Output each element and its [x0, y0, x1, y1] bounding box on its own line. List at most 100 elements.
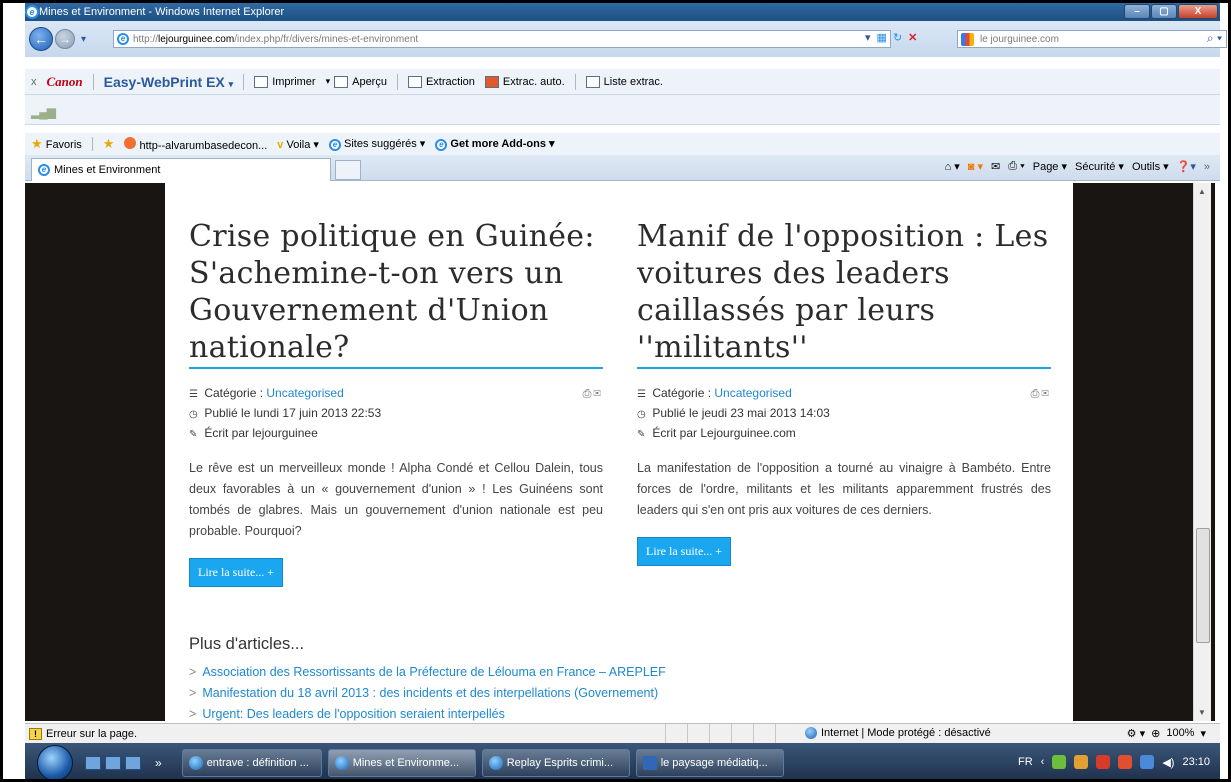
volume-icon[interactable]: ◀)	[1162, 756, 1174, 769]
extraction-button[interactable]: Extraction	[407, 75, 475, 88]
pencil-icon: ✎	[189, 429, 198, 440]
quicklaunch-overflow-icon[interactable]: »	[155, 756, 162, 770]
auto-extraction-label: Extrac. auto.	[502, 75, 565, 88]
address-dropdown-icon[interactable]: ▾	[865, 31, 871, 44]
article-card: Manif de l'opposition : Les voitures des…	[637, 218, 1051, 566]
favorite-link[interactable]: http--alvarumbasedecon...	[124, 136, 268, 152]
network-icon[interactable]	[1140, 755, 1155, 769]
error-indicator[interactable]: ! Erreur sur la page.	[25, 727, 137, 740]
print-menu-button[interactable]: ⎙ ▾	[1008, 160, 1024, 173]
popup-blocker-icon[interactable]: ⚙ ▾	[1127, 727, 1145, 740]
category-link[interactable]: Uncategorised	[266, 386, 343, 400]
mail-button[interactable]: ✉	[991, 160, 1000, 173]
home-button[interactable]: ⌂ ▾	[945, 160, 960, 173]
zoom-control[interactable]: ⚙ ▾ ⊕ 100% ▾	[1127, 727, 1206, 740]
help-icon[interactable]: ❓▾	[1177, 160, 1196, 173]
new-tab-button[interactable]	[335, 160, 361, 180]
extraction-list-button[interactable]: Liste extrac.	[585, 75, 663, 88]
site-icon	[124, 136, 137, 149]
voila-menu[interactable]: v Voila ▾	[277, 138, 319, 151]
separator	[574, 73, 576, 90]
article-link[interactable]: Urgent: Des leaders de l'opposition sera…	[202, 707, 505, 721]
refresh-icon[interactable]: ↻	[893, 31, 902, 44]
stop-icon[interactable]: ✕	[908, 31, 917, 44]
search-provider-icon	[961, 33, 974, 46]
recent-pages-dropdown-icon[interactable]: ▾	[81, 34, 86, 45]
status-cells	[665, 724, 797, 744]
preview-button[interactable]: ▾ Aperçu	[326, 75, 387, 88]
show-desktop-icon[interactable]	[85, 756, 101, 770]
read-more-button[interactable]: Lire la suite... +	[637, 537, 732, 566]
separator	[92, 73, 94, 90]
url-path: /index.php/fr/divers/mines-et-environmen…	[234, 33, 419, 45]
left-background	[25, 183, 165, 721]
article-title[interactable]: Crise politique en Guinée: S'achemine-t-…	[189, 218, 603, 365]
ie-quicklaunch-icon[interactable]	[125, 756, 141, 770]
start-button[interactable]	[37, 745, 73, 779]
page-menu[interactable]: Page ▾	[1033, 160, 1067, 173]
page-viewport: Crise politique en Guinée: S'achemine-t-…	[25, 183, 1215, 721]
article-link[interactable]: Association des Ressortissants de la Pré…	[202, 665, 665, 679]
feeds-button[interactable]: ◙ ▾	[968, 160, 983, 173]
ie-logo-icon: e	[25, 5, 39, 19]
zoom-level: 100%	[1166, 727, 1195, 739]
article-link[interactable]: Manifestation du 18 avril 2013 : des inc…	[202, 686, 658, 700]
tray-app-icon[interactable]	[1118, 755, 1133, 769]
scroll-up-icon[interactable]: ▲	[1198, 187, 1206, 196]
read-more-button[interactable]: Lire la suite... +	[189, 558, 284, 587]
maximize-button[interactable]: ▢	[1151, 4, 1177, 19]
list-item[interactable]: > Association des Ressortissants de la Pr…	[189, 662, 1049, 683]
address-bar[interactable]: e http://lejourguinee.com/index.php/fr/d…	[113, 30, 891, 48]
email-icon[interactable]: ✉	[1041, 388, 1051, 400]
print-icon[interactable]: ⎙	[583, 388, 594, 400]
more-articles: Plus d'articles... > Association des Ress…	[189, 635, 1049, 721]
tray-app-icon[interactable]	[1074, 755, 1089, 769]
taskbar-button-paysage[interactable]: le paysage médiatiq...	[635, 749, 784, 777]
easy-webprint-menu[interactable]: Easy-WebPrint EX ▾	[104, 74, 234, 90]
email-icon[interactable]: ✉	[593, 388, 603, 400]
tray-app-icon[interactable]	[1052, 755, 1067, 769]
back-button[interactable]: ←	[29, 27, 53, 51]
article-title[interactable]: Manif de l'opposition : Les voitures des…	[637, 218, 1051, 365]
toolbar-close-button[interactable]: x	[31, 76, 37, 88]
forward-button[interactable]: →	[55, 29, 75, 49]
zoom-dropdown-icon[interactable]: ▾	[1200, 727, 1206, 740]
addons-menu[interactable]: e Get more Add-ons ▾	[435, 137, 555, 151]
tray-app-icon[interactable]	[1096, 755, 1111, 769]
status-bar: ! Erreur sur la page. Internet | Mode pro…	[25, 723, 1220, 744]
scroll-down-icon[interactable]: ▼	[1198, 708, 1206, 717]
auto-extraction-button[interactable]: Extrac. auto.	[484, 75, 565, 88]
suggested-sites-menu[interactable]: e Sites suggérés ▾	[328, 137, 425, 151]
overflow-icon[interactable]: »	[1204, 161, 1210, 173]
article-meta: ☰ Catégorie : Uncategorised ◷ Publié le …	[189, 384, 603, 444]
tray-expand-icon[interactable]: ‹	[1041, 756, 1045, 768]
compatibility-icon[interactable]: ▦	[877, 31, 887, 44]
chevron-right-icon: >	[189, 665, 197, 679]
scrollbar-thumb[interactable]	[1196, 528, 1210, 643]
taskbar-button-replay[interactable]: Replay Esprits crimi...	[481, 749, 630, 777]
search-input[interactable]: le jourguinee.com ⌕ ▾	[957, 30, 1227, 48]
tools-menu[interactable]: Outils ▾	[1132, 160, 1169, 173]
favorites-button[interactable]: ★ Favoris	[31, 136, 82, 152]
minimize-button[interactable]: –	[1124, 4, 1150, 19]
favorite-link-label: http--alvarumbasedecon...	[139, 139, 268, 152]
close-button[interactable]: X	[1178, 4, 1218, 19]
url-host: lejourguinee.com	[158, 33, 235, 45]
switch-windows-icon[interactable]	[105, 756, 121, 770]
language-indicator[interactable]: FR	[1018, 756, 1033, 768]
list-item[interactable]: > Manifestation du 18 avril 2013 : des in…	[189, 683, 1049, 704]
extraction-icon	[407, 75, 422, 88]
tab-mines-environment[interactable]: e Mines et Environment	[31, 158, 331, 181]
taskbar-button-entrave[interactable]: entrave : définition ...	[181, 749, 322, 777]
print-icon[interactable]: ⎙	[1031, 388, 1042, 400]
security-menu[interactable]: Sécurité ▾	[1075, 160, 1124, 173]
taskbar-button-mines[interactable]: Mines et Environme...	[327, 749, 476, 777]
list-item[interactable]: > Urgent: Des leaders de l'opposition ser…	[189, 704, 1049, 721]
vertical-scrollbar[interactable]: ▲ ▼	[1193, 183, 1211, 721]
clock[interactable]: 23:10	[1182, 756, 1210, 768]
add-favorite-icon[interactable]: ★	[103, 136, 115, 152]
search-icon[interactable]: ⌕ ▾	[1207, 31, 1222, 46]
security-zone[interactable]: Internet | Mode protégé : désactivé	[805, 727, 991, 739]
print-button[interactable]: Imprimer	[254, 75, 316, 88]
category-link[interactable]: Uncategorised	[714, 386, 791, 400]
